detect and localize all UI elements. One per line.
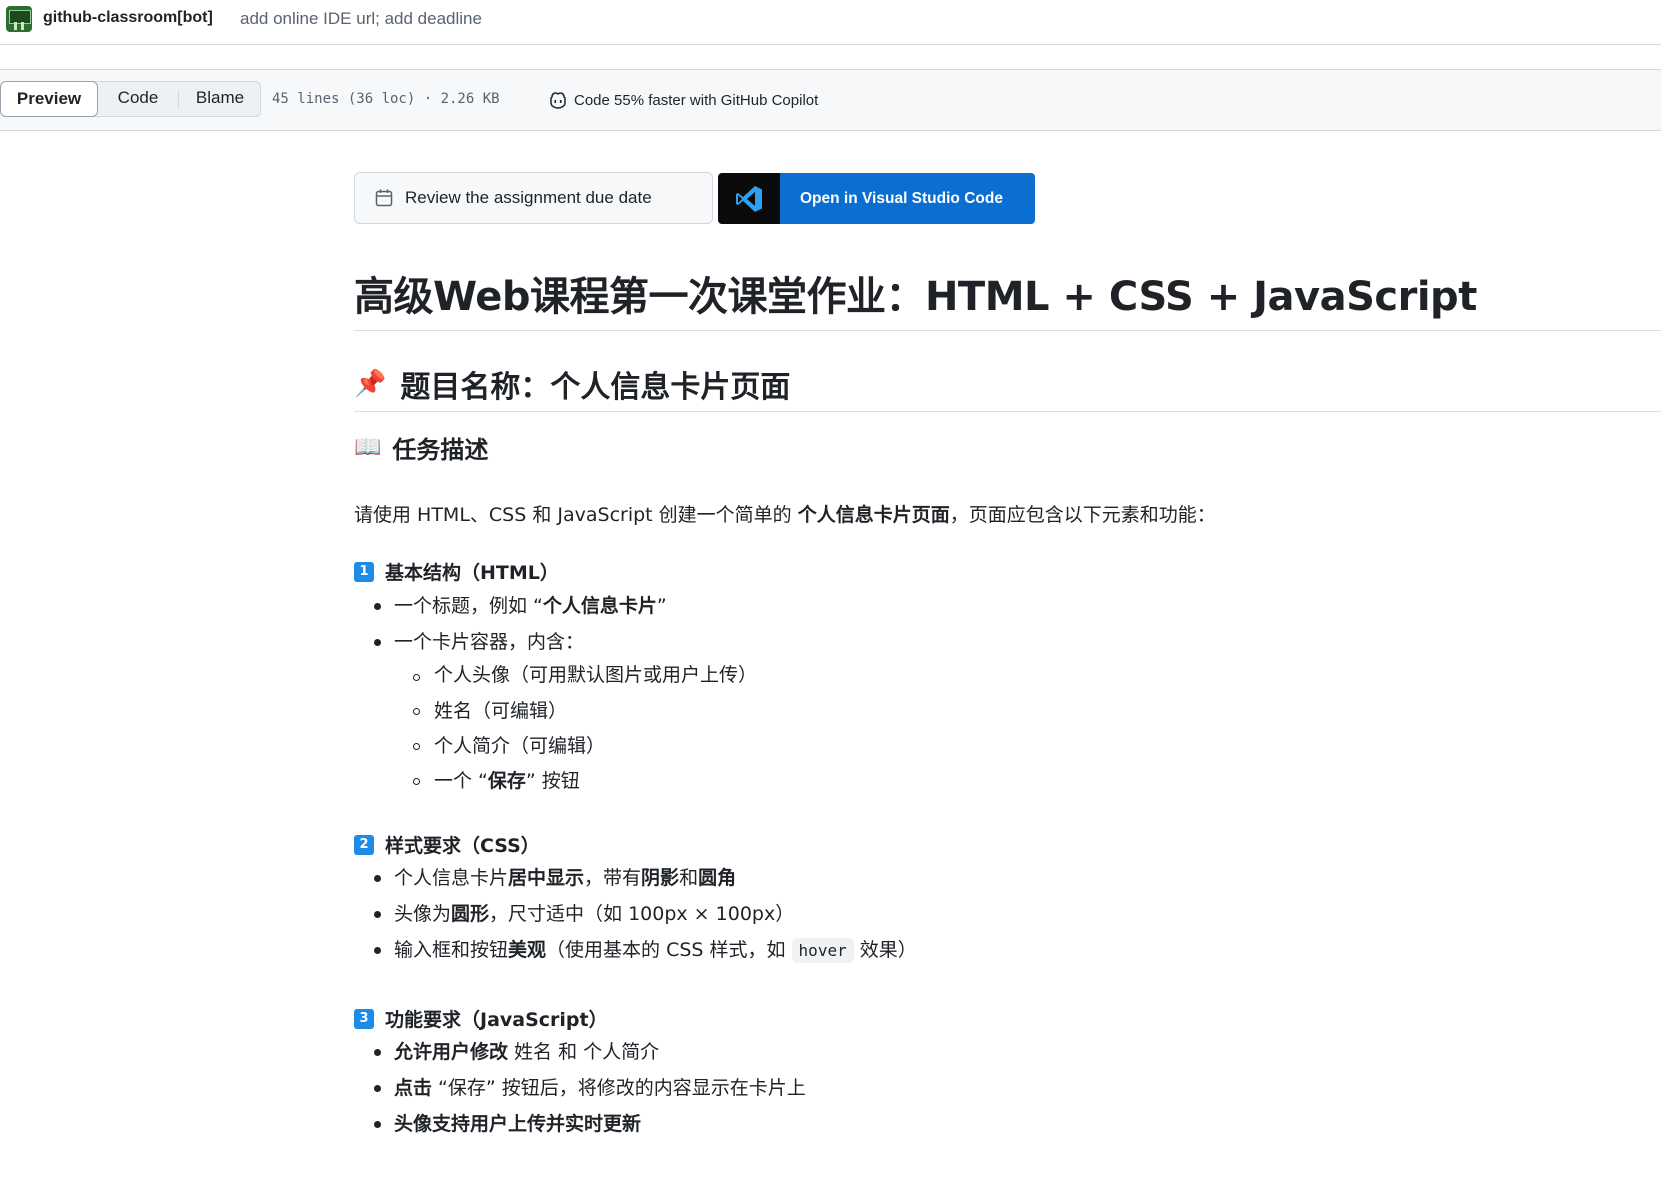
title-divider — [354, 330, 1661, 331]
section-title: 题目名称：个人信息卡片页面 — [400, 370, 791, 405]
task-title: 任务描述 — [392, 436, 489, 464]
file-toolbar: Preview Code Blame 45 lines (36 loc) · 2… — [0, 69, 1661, 131]
list-item: 个人信息卡片居中显示，带有阴影和圆角 — [354, 860, 917, 896]
part2-title: 样式要求（CSS） — [385, 835, 540, 857]
copilot-link[interactable]: Code 55% faster with GitHub Copilot — [548, 89, 818, 111]
sub-list-item: 个人头像（可用默认图片或用户上传） — [354, 660, 757, 694]
part1-title: 基本结构（HTML） — [385, 562, 559, 584]
commit-bar: github-classroom[bot] add online IDE url… — [0, 0, 1661, 45]
open-book-icon: 📖 — [354, 435, 382, 460]
author-avatar[interactable] — [6, 6, 32, 32]
tab-code[interactable]: Code — [101, 81, 175, 117]
copilot-label: Code 55% faster with GitHub Copilot — [574, 91, 819, 109]
intro-text-a: 请使用 HTML、CSS 和 JavaScript 创建一个简单的 — [354, 504, 798, 526]
part1-heading: 1 基本结构（HTML） — [354, 558, 559, 585]
list-item: 允许用户修改 姓名 和 个人简介 — [354, 1034, 806, 1070]
tab-preview[interactable]: Preview — [0, 81, 98, 117]
pushpin-icon: 📌 — [354, 369, 387, 399]
tab-blame[interactable]: Blame — [179, 81, 261, 117]
vscode-icon — [736, 185, 762, 212]
part3-heading: 3 功能要求（JavaScript） — [354, 1005, 608, 1032]
intro-paragraph: 请使用 HTML、CSS 和 JavaScript 创建一个简单的 个人信息卡片… — [354, 500, 1216, 527]
readme-title: 高级Web课程第一次课堂作业：HTML + CSS + JavaScript — [354, 274, 1477, 320]
list-item: 头像为圆形，尺寸适中（如 100px × 100px） — [354, 896, 917, 932]
review-due-date-label: Review the assignment due date — [405, 188, 652, 207]
keycap-1-icon: 1 — [354, 561, 374, 582]
sub-list-item: 个人简介（可编辑） — [354, 729, 757, 764]
open-in-vscode-label: Open in Visual Studio Code — [780, 173, 1035, 224]
commit-author[interactable]: github-classroom[bot] — [43, 9, 213, 27]
task-heading: 📖 任务描述 — [354, 430, 488, 465]
section-divider — [354, 411, 1661, 412]
file-meta: 45 lines (36 loc) · 2.26 KB — [272, 91, 500, 107]
intro-text-c: ，页面应包含以下元素和功能： — [949, 504, 1216, 526]
sub-list-item: 姓名（可编辑） — [354, 694, 757, 729]
list-item: 点击 “保存” 按钮后，将修改的内容显示在卡片上 — [354, 1070, 806, 1106]
part3-list: 允许用户修改 姓名 和 个人简介 点击 “保存” 按钮后，将修改的内容显示在卡片… — [354, 1034, 806, 1142]
open-in-vscode-button[interactable]: Open in Visual Studio Code — [718, 173, 1035, 224]
part2-list: 个人信息卡片居中显示，带有阴影和圆角 头像为圆形，尺寸适中（如 100px × … — [354, 860, 917, 968]
inline-code-hover: hover — [791, 938, 854, 963]
list-item: 一个卡片容器，内含： — [354, 624, 757, 660]
action-buttons: Review the assignment due date Open in V… — [354, 172, 1054, 224]
list-item: 一个标题，例如 “个人信息卡片” — [354, 588, 757, 624]
copilot-icon — [550, 92, 566, 109]
view-mode-segmented-control: Preview Code Blame — [0, 81, 261, 117]
commit-message[interactable]: add online IDE url; add deadline — [240, 9, 482, 29]
list-item: 输入框和按钮美观（使用基本的 CSS 样式，如 hover 效果） — [354, 932, 917, 968]
part2-heading: 2 样式要求（CSS） — [354, 831, 540, 858]
calendar-icon — [375, 189, 393, 207]
intro-text-bold: 个人信息卡片页面 — [797, 504, 950, 526]
sub-list-item: 一个 “保存” 按钮 — [354, 764, 757, 799]
keycap-3-icon: 3 — [354, 1008, 374, 1029]
section-heading: 📌 题目名称：个人信息卡片页面 — [354, 362, 790, 406]
list-item: 头像支持用户上传并实时更新 — [354, 1106, 806, 1142]
review-due-date-button[interactable]: Review the assignment due date — [354, 172, 713, 224]
part3-title: 功能要求（JavaScript） — [385, 1009, 608, 1031]
vscode-logo — [718, 173, 780, 224]
part1-list: 一个标题，例如 “个人信息卡片” 一个卡片容器，内含： 个人头像（可用默认图片或… — [354, 588, 757, 799]
keycap-2-icon: 2 — [354, 834, 374, 855]
